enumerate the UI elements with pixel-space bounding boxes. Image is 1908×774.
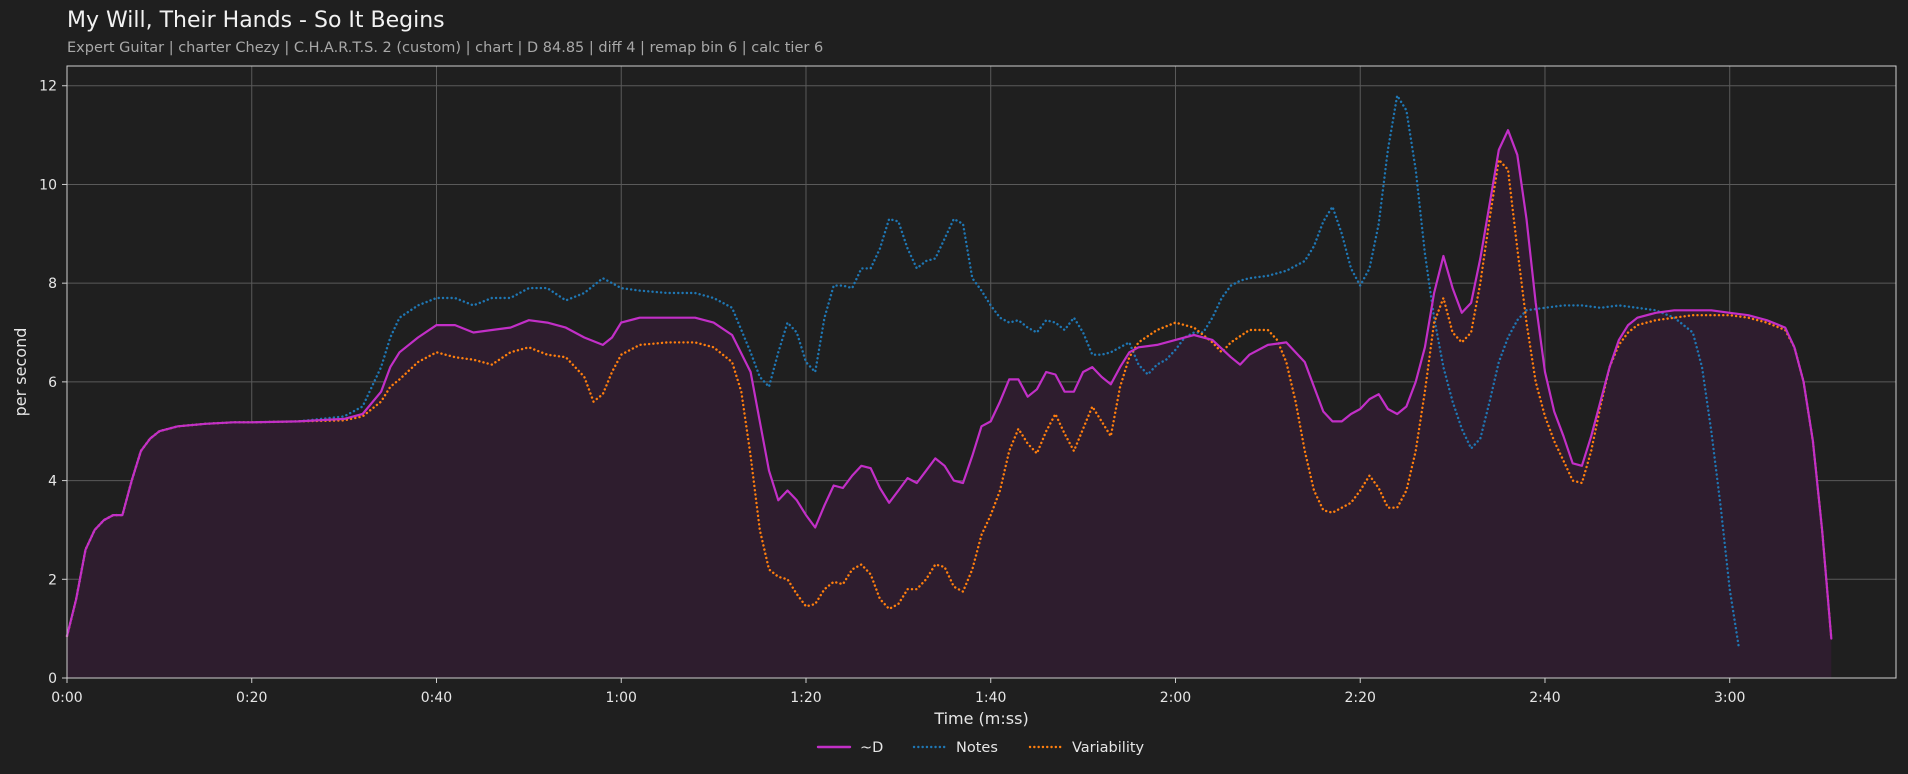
y-tick-label: 12 bbox=[39, 79, 57, 95]
y-axis-label: per second bbox=[11, 328, 30, 417]
difficulty-chart: 0:00 0:20 0:40 1:00 1:20 1:40 2:00 2:20 2:40 3:00… bbox=[11, 65, 1897, 756]
area-fill bbox=[67, 130, 1832, 678]
x-tick-label: 2:00 bbox=[1160, 690, 1191, 706]
y-tick-label: 0 bbox=[48, 671, 57, 687]
x-axis-label: Time (m:ss) bbox=[933, 709, 1028, 728]
x-tick-label: 1:00 bbox=[606, 690, 637, 706]
series-fill-0 bbox=[67, 130, 1832, 678]
x-tick-label: 0:00 bbox=[51, 690, 82, 706]
y-tick-label: 6 bbox=[48, 375, 57, 391]
x-tick-label: 2:20 bbox=[1345, 690, 1376, 706]
x-tick-label: 1:20 bbox=[790, 690, 821, 706]
legend: ~D Notes Variability bbox=[816, 740, 1145, 756]
y-tick-label: 2 bbox=[48, 572, 57, 588]
y-tick-label: 8 bbox=[48, 276, 57, 292]
x-tick-label: 1:40 bbox=[975, 690, 1006, 706]
x-tick-label: 2:40 bbox=[1529, 690, 1560, 706]
legend-label-1: Notes bbox=[956, 740, 998, 756]
y-tick-label: 10 bbox=[39, 177, 57, 193]
legend-label-2: Variability bbox=[1072, 740, 1145, 756]
x-tick-label: 0:20 bbox=[236, 690, 267, 706]
x-tick-label: 3:00 bbox=[1714, 690, 1745, 706]
y-tick-label: 4 bbox=[48, 474, 57, 490]
x-tick-label: 0:40 bbox=[421, 690, 452, 706]
legend-label-0: ~D bbox=[860, 740, 883, 756]
